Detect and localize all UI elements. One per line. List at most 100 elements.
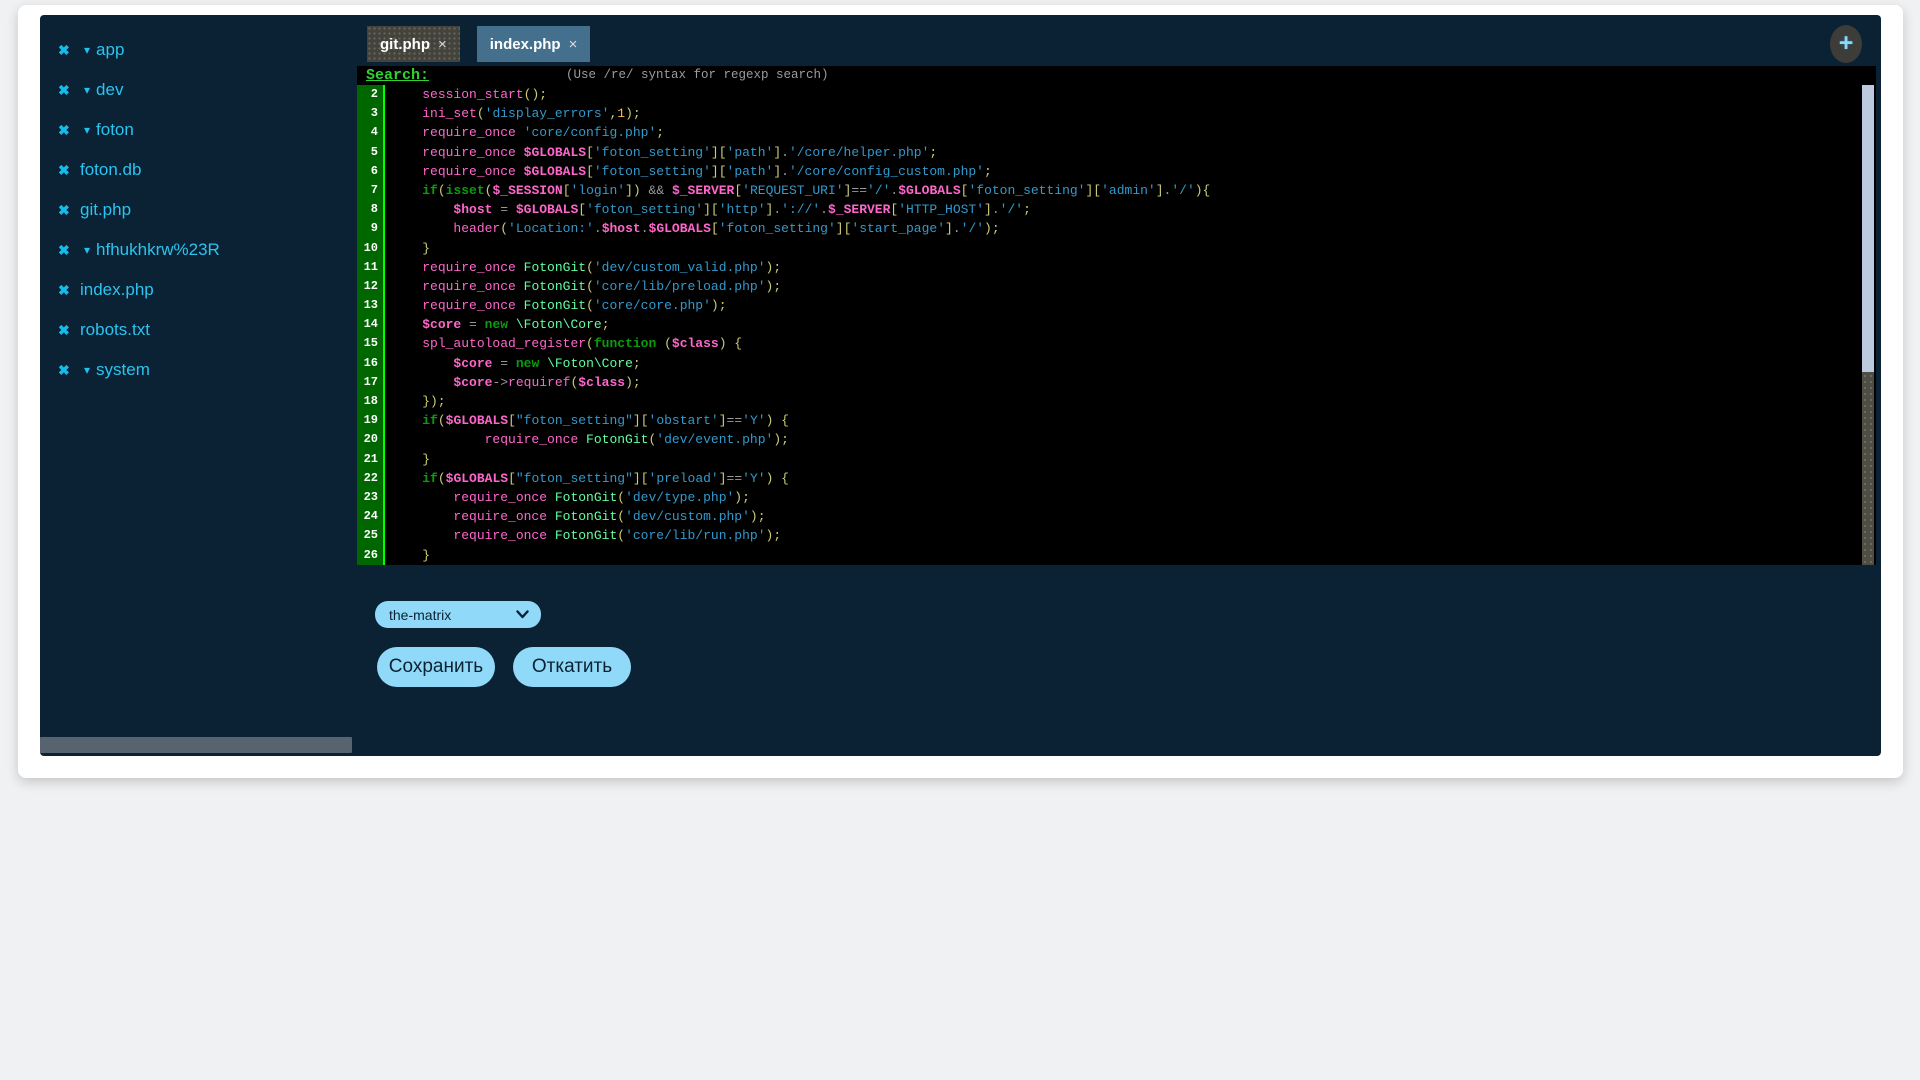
line-number: 19: [357, 411, 385, 430]
code-line: 3 ini_set('display_errors',1);: [357, 104, 1876, 123]
sidebar-item-index-php[interactable]: ✖ index.php: [40, 270, 357, 310]
folder-arrow-icon[interactable]: ▾: [84, 84, 90, 96]
code-line: 13 require_once FotonGit('core/core.php'…: [357, 296, 1876, 315]
line-number: 9: [357, 219, 385, 238]
revert-button[interactable]: Откатить: [513, 647, 631, 687]
tab-index-php[interactable]: index.php ×: [477, 26, 591, 62]
remove-icon[interactable]: ✖: [58, 83, 73, 97]
sidebar-item-foton[interactable]: ✖▾foton: [40, 110, 357, 150]
sidebar-item-label: hfhukhkrw%23R: [96, 240, 220, 260]
save-button[interactable]: Сохранить: [377, 647, 495, 687]
code-area[interactable]: 2 session_start();3 ini_set('display_err…: [357, 85, 1876, 565]
code-text: require_once FotonGit('core/lib/run.php'…: [385, 526, 781, 545]
sidebar-item-robots-txt[interactable]: ✖robots.txt: [40, 310, 357, 350]
folder-arrow-icon[interactable]: ▾: [84, 124, 90, 136]
code-text: $core = new \Foton\Core;: [385, 354, 641, 373]
plus-icon: +: [1839, 31, 1854, 56]
code-line: 18 });: [357, 392, 1876, 411]
line-number: 26: [357, 546, 385, 565]
remove-icon[interactable]: ✖: [58, 203, 73, 217]
tab-label: index.php: [490, 36, 561, 53]
tab-close-icon[interactable]: ×: [438, 36, 447, 53]
code-text: require_once FotonGit('dev/event.php');: [385, 430, 789, 449]
remove-icon[interactable]: ✖: [58, 43, 73, 57]
horizontal-scrollbar-thumb[interactable]: [40, 737, 352, 753]
folder-arrow-icon[interactable]: ▾: [84, 364, 90, 376]
sidebar-item-label: index.php: [80, 280, 154, 300]
tab-close-icon[interactable]: ×: [569, 36, 578, 53]
code-line: 25 require_once FotonGit('core/lib/run.p…: [357, 526, 1876, 545]
code-text: session_start();: [385, 85, 547, 104]
code-line: 6 require_once $GLOBALS['foton_setting']…: [357, 162, 1876, 181]
sidebar-item-git-php[interactable]: ✖git.php: [40, 190, 357, 230]
code-text: require_once $GLOBALS['foton_setting']['…: [385, 143, 937, 162]
remove-icon[interactable]: ✖: [58, 323, 73, 337]
line-number: 13: [357, 296, 385, 315]
code-line: 14 $core = new \Foton\Core;: [357, 315, 1876, 334]
tab-git-php[interactable]: git.php×: [367, 26, 460, 62]
code-line: 4 require_once 'core/config.php';: [357, 123, 1876, 142]
line-number: 10: [357, 239, 385, 258]
sidebar-item-dev[interactable]: ✖ ▾ dev: [40, 70, 357, 110]
code-editor: Search: (Use /re/ syntax for regexp sear…: [357, 66, 1876, 565]
sidebar-item-label: dev: [96, 80, 123, 100]
folder-arrow-icon[interactable]: ▾: [84, 244, 90, 256]
remove-icon[interactable]: ✖: [58, 283, 73, 297]
theme-select[interactable]: the-matrix: [375, 601, 541, 628]
code-text: $core->requiref($class);: [385, 373, 641, 392]
code-text: require_once FotonGit('core/lib/preload.…: [385, 277, 781, 296]
code-text: }: [385, 546, 430, 565]
line-number: 7: [357, 181, 385, 200]
code-text: }: [385, 239, 430, 258]
search-hint: (Use /re/ syntax for regexp search): [566, 68, 829, 82]
line-number: 24: [357, 507, 385, 526]
vertical-scrollbar-thumb[interactable]: [1862, 85, 1874, 372]
line-number: 6: [357, 162, 385, 181]
code-text: }: [385, 450, 430, 469]
add-file-button[interactable]: +: [1830, 25, 1862, 63]
code-line: 12 require_once FotonGit('core/lib/prelo…: [357, 277, 1876, 296]
code-line: 19 if($GLOBALS["foton_setting"]['obstart…: [357, 411, 1876, 430]
sidebar-item-label: foton.db: [80, 160, 141, 180]
line-number: 8: [357, 200, 385, 219]
code-line: 9 header('Location:'.$host.$GLOBALS['fot…: [357, 219, 1876, 238]
search-input[interactable]: [437, 68, 555, 83]
remove-icon[interactable]: ✖: [58, 123, 73, 137]
line-number: 17: [357, 373, 385, 392]
sidebar-item-foton-db[interactable]: ✖ foton.db: [40, 150, 357, 190]
code-text: require_once FotonGit('dev/custom.php');: [385, 507, 766, 526]
code-text: require_once FotonGit('dev/type.php');: [385, 488, 750, 507]
remove-icon[interactable]: ✖: [58, 163, 73, 177]
chevron-down-icon: [516, 610, 529, 619]
line-number: 2: [357, 85, 385, 104]
code-text: require_once FotonGit('core/core.php');: [385, 296, 727, 315]
vertical-scrollbar[interactable]: [1862, 85, 1874, 565]
code-text: header('Location:'.$host.$GLOBALS['foton…: [385, 219, 1000, 238]
line-number: 3: [357, 104, 385, 123]
line-number: 12: [357, 277, 385, 296]
code-text: spl_autoload_register(function ($class) …: [385, 334, 742, 353]
folder-arrow-icon[interactable]: ▾: [84, 44, 90, 56]
remove-icon[interactable]: ✖: [58, 243, 73, 257]
code-line: 24 require_once FotonGit('dev/custom.php…: [357, 507, 1876, 526]
code-text: if($GLOBALS["foton_setting"]['obstart']=…: [385, 411, 789, 430]
sidebar-item-hfhukhkrw-23r[interactable]: ✖ ▾ hfhukhkrw%23R: [40, 230, 357, 270]
code-text: require_once $GLOBALS['foton_setting']['…: [385, 162, 992, 181]
code-line: 10 }: [357, 239, 1876, 258]
code-line: 15 spl_autoload_register(function ($clas…: [357, 334, 1876, 353]
code-line: 11 require_once FotonGit('dev/custom_val…: [357, 258, 1876, 277]
line-number: 25: [357, 526, 385, 545]
code-text: $core = new \Foton\Core;: [385, 315, 610, 334]
code-text: if($GLOBALS["foton_setting"]['preload']=…: [385, 469, 789, 488]
line-number: 14: [357, 315, 385, 334]
line-number: 21: [357, 450, 385, 469]
code-text: require_once FotonGit('dev/custom_valid.…: [385, 258, 781, 277]
page: ✖▾app✖▾dev✖▾foton✖foton.db✖git.php✖▾hfhu…: [0, 0, 1920, 1080]
sidebar-item-app[interactable]: ✖▾app: [40, 30, 357, 70]
code-text: $host = $GLOBALS['foton_setting']['http'…: [385, 200, 1031, 219]
tab-bar: git.php× index.php ×: [367, 26, 590, 62]
sidebar-item-system[interactable]: ✖▾system: [40, 350, 357, 390]
code-line: 17 $core->requiref($class);: [357, 373, 1876, 392]
remove-icon[interactable]: ✖: [58, 363, 73, 377]
line-number: 16: [357, 354, 385, 373]
